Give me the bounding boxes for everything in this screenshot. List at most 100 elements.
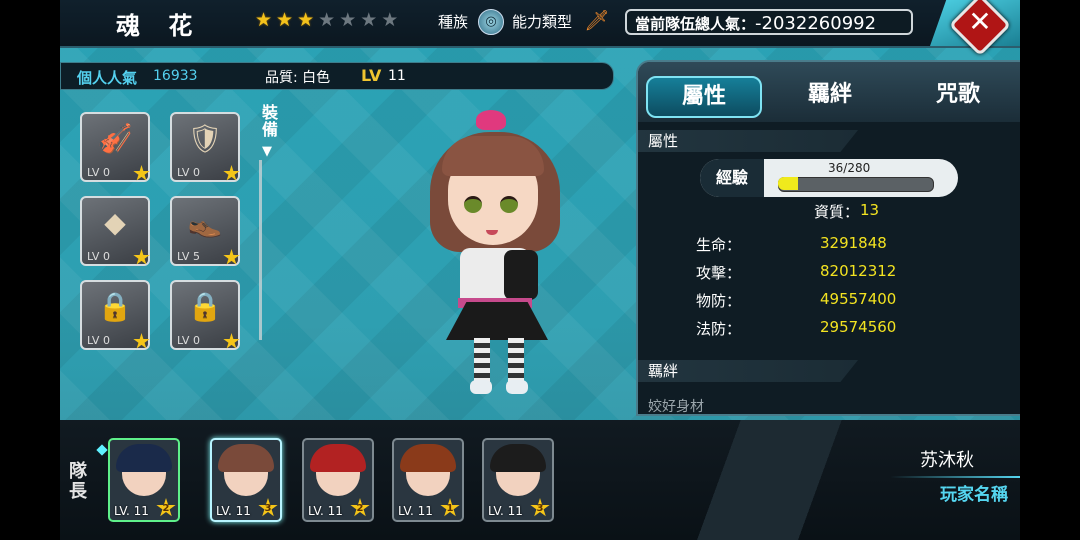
character-shoe-left: [470, 380, 492, 394]
equipment-level: LV 0: [177, 334, 200, 347]
equipment-slot[interactable]: 🎻 LV 0: [80, 112, 150, 182]
member-level: LV. 11: [488, 504, 523, 518]
shoes-icon: 👞: [187, 206, 223, 239]
panel-tabs: 屬性 羈絆 咒歌: [638, 62, 1020, 122]
equipment-slot[interactable]: ◆ LV 0: [80, 196, 150, 266]
equipment-slot[interactable]: 👞 LV 5: [170, 196, 240, 266]
star-icon: ★: [255, 9, 273, 31]
stat-value-physical-defense: 49557400: [820, 290, 897, 308]
race-label: 種族: [438, 13, 469, 31]
sword-icon[interactable]: 🗡: [584, 8, 609, 32]
member-hair: [400, 444, 456, 472]
armor-icon: 🛡: [187, 122, 223, 155]
tab-bonds[interactable]: 羈絆: [774, 76, 886, 114]
star-icon: ★: [276, 9, 294, 31]
team-member-card[interactable]: LV. 11 2: [302, 438, 374, 522]
equipment-slot[interactable]: 🔒 LV 0: [80, 280, 150, 350]
team-member-card[interactable]: LV. 11 1: [392, 438, 464, 522]
quality-text: 品質: 白色: [265, 70, 331, 86]
star-icon: ★: [360, 9, 378, 31]
aptitude-value: 13: [860, 201, 880, 219]
experience-text: 36/280: [828, 161, 871, 175]
game-screen: 魂 花 ★ ★ ★ ★ ★ ★ ★ 種族 ◎ 能力類型 🗡 當前隊伍總人氣：-2032260…: [60, 0, 1020, 540]
accessory-icon: ◆: [104, 206, 126, 239]
stat-value-hp: 3291848: [820, 234, 887, 252]
player-name-tag: 玩家名稱: [940, 485, 1008, 505]
star-badge-icon: [133, 165, 150, 181]
lock-green-icon: 🔒: [97, 290, 133, 323]
stat-value-attack: 82012312: [820, 262, 897, 280]
team-popularity-label: 當前隊伍總人氣: [635, 15, 741, 33]
equipment-level: LV 0: [87, 166, 110, 179]
star-icon: ★: [297, 9, 315, 31]
hair-flower-icon: [476, 110, 506, 130]
equipment-level: LV 0: [87, 250, 110, 263]
member-level: LV. 11: [398, 504, 433, 518]
player-tag-underline: [890, 476, 1020, 478]
team-popularity-value: -2032260992: [755, 13, 877, 34]
member-level: LV. 11: [216, 504, 251, 518]
attribute-section-header: 屬性: [638, 130, 858, 152]
star-badge-icon: [223, 249, 240, 265]
race-emblem-icon[interactable]: ◎: [478, 9, 504, 35]
lock-gold-icon: 🔒: [187, 290, 223, 323]
character-bangs: [442, 136, 544, 176]
rank-star-badge-icon: 3: [530, 498, 550, 517]
equipment-divider: [259, 160, 262, 340]
team-member-card[interactable]: LV. 11 3: [482, 438, 554, 522]
stat-value-magic-defense: 29574560: [820, 318, 897, 336]
character-eye-right: [500, 196, 518, 213]
rank-star-badge-icon: 3: [258, 498, 278, 517]
personal-popularity-label: 個人人氣: [77, 69, 138, 87]
tab-attributes[interactable]: 屬性: [646, 76, 762, 118]
rank-star-badge-icon: 2: [156, 498, 176, 517]
hero-character-model[interactable]: [418, 110, 578, 400]
team-popularity-separator: ：: [740, 15, 756, 33]
stat-label-hp: 生命：: [696, 236, 742, 254]
ability-type-label: 能力類型: [512, 13, 573, 31]
stat-label-attack: 攻擊：: [696, 264, 742, 282]
character-eye-left: [464, 196, 482, 213]
experience-bar-track: [778, 177, 934, 192]
star-rating: ★ ★ ★ ★ ★ ★ ★: [255, 11, 398, 30]
star-icon: ★: [339, 9, 357, 31]
member-hair: [116, 444, 172, 472]
member-hair: [490, 444, 546, 472]
stat-label-physical-defense: 物防：: [696, 292, 742, 310]
tab-songs[interactable]: 咒歌: [902, 76, 1014, 114]
team-member-card[interactable]: LV. 11 2: [108, 438, 180, 522]
star-icon: ★: [381, 9, 399, 31]
member-level: LV. 11: [308, 504, 343, 518]
star-badge-icon: [133, 249, 150, 265]
character-shoe-right: [506, 380, 528, 394]
team-popularity-box: 當前隊伍總人氣：-2032260992: [625, 9, 913, 35]
character-leg-left: [474, 338, 490, 384]
team-member-card[interactable]: LV. 11 3: [210, 438, 282, 522]
captain-label: 隊長: [69, 461, 87, 502]
rank-star-badge-icon: 2: [350, 498, 370, 517]
triangle-down-icon[interactable]: ▼: [262, 144, 272, 159]
experience-label: 經驗: [700, 159, 764, 197]
equipment-slot[interactable]: 🛡 LV 0: [170, 112, 240, 182]
level-value: 11: [388, 68, 406, 84]
member-level: LV. 11: [114, 504, 149, 518]
equipment-level: LV 5: [177, 250, 200, 263]
aptitude-label: 資質：: [814, 203, 860, 221]
equipment-tag[interactable]: 裝備: [260, 104, 280, 138]
close-x-icon[interactable]: ✕: [958, 2, 1002, 42]
character-jacket: [504, 250, 538, 300]
member-hair: [218, 444, 274, 472]
equipment-slot[interactable]: 🔒 LV 0: [170, 280, 240, 350]
character-leg-right: [508, 338, 524, 384]
violin-icon: 🎻: [97, 122, 133, 155]
level-label: LV: [361, 66, 382, 85]
player-name[interactable]: 苏沐秋: [920, 446, 974, 472]
equipment-level: LV 0: [177, 166, 200, 179]
member-hair: [310, 444, 366, 472]
star-badge-icon: [133, 333, 150, 349]
star-badge-icon: [223, 333, 240, 349]
bond-item[interactable]: 姣好身材: [648, 396, 704, 414]
experience-bar-fill: [778, 177, 798, 190]
personal-popularity-value: 16933: [153, 68, 198, 84]
bond-section-header: 羈絆: [638, 360, 858, 382]
